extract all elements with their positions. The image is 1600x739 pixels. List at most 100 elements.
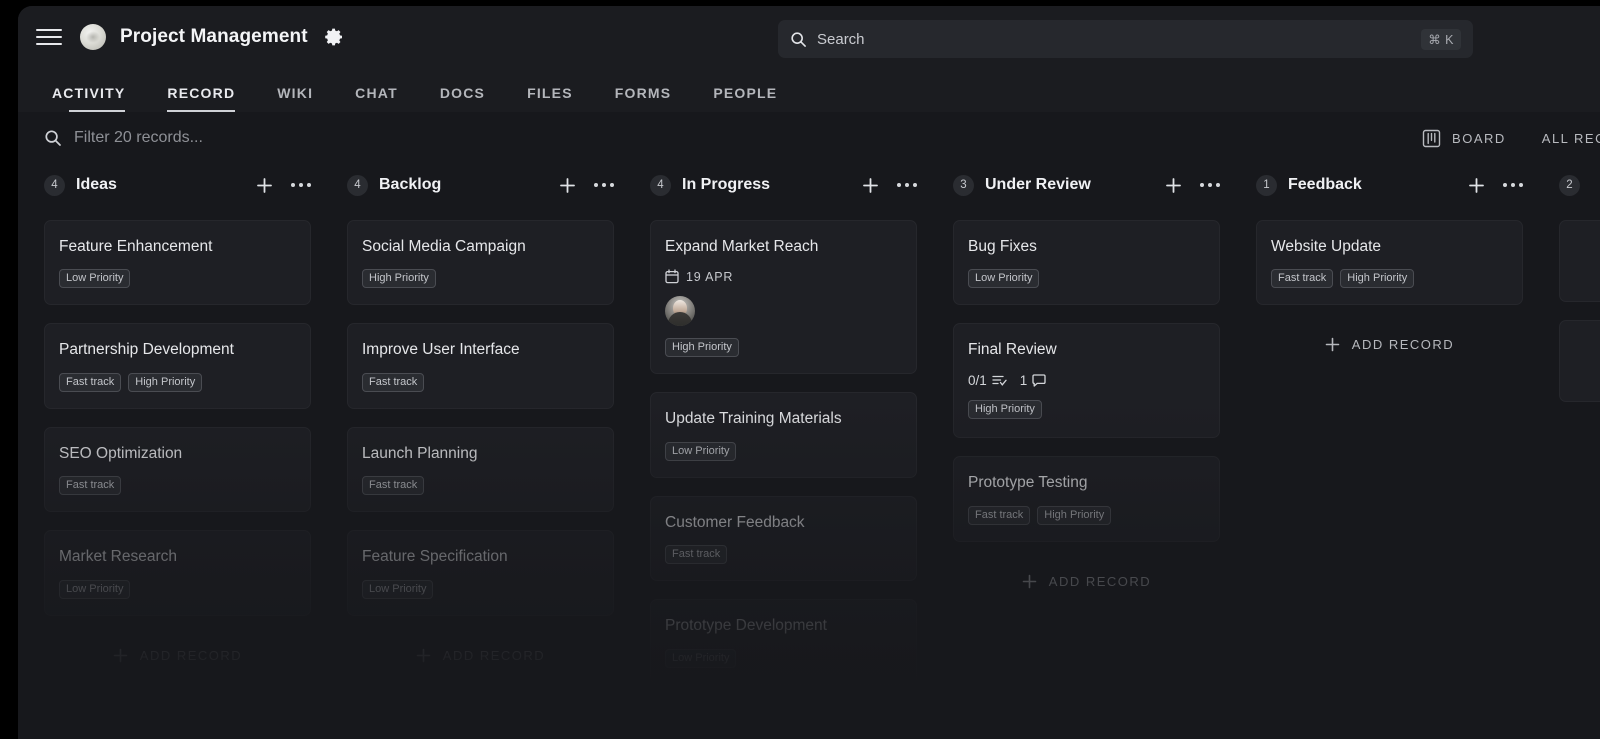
column-menu-icon[interactable] bbox=[1200, 182, 1220, 188]
view-all-records-label: ALL REC bbox=[1541, 130, 1600, 146]
table-row[interactable]: Prototype Testing Fast track High Priori… bbox=[953, 456, 1220, 542]
board-icon bbox=[1422, 129, 1441, 148]
view-all-records-button[interactable]: ALL REC bbox=[1542, 131, 1600, 146]
column-header: 2 bbox=[1559, 164, 1600, 206]
card-title: Customer Feedback bbox=[665, 513, 805, 531]
status-badge: Low Priority bbox=[665, 441, 737, 461]
table-row[interactable]: Feature Enhancement Low Priority bbox=[44, 220, 311, 306]
table-row[interactable]: Improve User Interface Fast track bbox=[347, 323, 614, 409]
top-bar: Project Management ⌘ K bbox=[18, 6, 1600, 68]
card-tags: High Priority bbox=[665, 338, 902, 358]
add-card-icon[interactable] bbox=[1468, 177, 1485, 194]
card-counters: 0/1 1 bbox=[968, 373, 1205, 388]
card-title: Expand Market Reach bbox=[665, 238, 819, 255]
status-badge: Fast track bbox=[1271, 269, 1334, 289]
checklist-counter: 0/1 bbox=[968, 373, 1007, 388]
table-row[interactable]: Expand Market Reach 19 APR High Priority bbox=[650, 220, 917, 375]
filter-records-input[interactable] bbox=[74, 129, 494, 147]
tab-docs[interactable]: DOCS bbox=[419, 85, 506, 112]
add-card-icon[interactable] bbox=[256, 177, 273, 194]
card-tags: Low Priority bbox=[665, 648, 902, 668]
column-menu-icon[interactable] bbox=[291, 182, 311, 188]
status-badge: Fast track bbox=[59, 476, 122, 496]
card-tags: Low Priority bbox=[59, 579, 296, 599]
card-title: Social Media Campaign bbox=[362, 238, 526, 255]
plus-icon bbox=[1325, 337, 1340, 352]
add-record-button[interactable]: ADD RECORD bbox=[1256, 323, 1523, 352]
view-board-label: BOARD bbox=[1452, 130, 1506, 146]
column-title: In Progress bbox=[682, 176, 771, 193]
kanban-board[interactable]: 4 Ideas Feature Enhancement Low Priority bbox=[18, 164, 1600, 699]
add-record-button[interactable]: ADD RECORD bbox=[953, 560, 1220, 589]
tab-files[interactable]: FILES bbox=[506, 85, 594, 112]
comment-count: 1 bbox=[1019, 372, 1028, 388]
add-card-icon[interactable] bbox=[862, 177, 879, 194]
workspace-avatar-icon[interactable] bbox=[80, 24, 106, 50]
view-board-button[interactable]: BOARD bbox=[1422, 129, 1506, 148]
search-shortcut-badge: ⌘ K bbox=[1421, 28, 1461, 50]
tab-forms[interactable]: FORMS bbox=[594, 85, 693, 112]
card-tags: Fast track bbox=[362, 476, 599, 496]
table-row[interactable]: Market Research Low Priority bbox=[44, 530, 311, 616]
add-record-button[interactable]: ADD RECORD bbox=[44, 634, 311, 663]
column-header: 1 Feedback bbox=[1256, 164, 1523, 206]
table-row[interactable]: Bug Fixes Low Priority bbox=[953, 220, 1220, 306]
card-tags: Fast track High Priority bbox=[59, 372, 296, 392]
table-row[interactable] bbox=[1559, 320, 1600, 402]
board-column-under-review: 3 Under Review Bug Fixes Low Priority Fi… bbox=[953, 164, 1256, 699]
add-record-label: ADD RECORD bbox=[1048, 573, 1152, 589]
table-row[interactable]: Social Media Campaign High Priority bbox=[347, 220, 614, 306]
status-badge: Fast track bbox=[362, 476, 425, 496]
card-title: Improve User Interface bbox=[362, 341, 520, 359]
column-title: Under Review bbox=[985, 176, 1091, 193]
add-record-label: ADD RECORD bbox=[1351, 337, 1455, 353]
table-row[interactable]: SEO Optimization Fast track bbox=[44, 426, 311, 513]
status-badge: Low Priority bbox=[665, 648, 737, 668]
status-badge: High Priority bbox=[665, 338, 739, 358]
comment-counter: 1 bbox=[1020, 373, 1047, 388]
table-row[interactable] bbox=[1559, 220, 1600, 302]
column-count-badge: 4 bbox=[347, 174, 368, 196]
add-record-button[interactable]: ADD RECORD bbox=[347, 634, 614, 663]
global-search[interactable]: ⌘ K bbox=[778, 20, 1473, 58]
table-row[interactable]: Feature Specification Low Priority bbox=[347, 530, 614, 616]
search-input[interactable] bbox=[817, 30, 1422, 48]
tab-people[interactable]: PEOPLE bbox=[692, 85, 798, 112]
add-card-icon[interactable] bbox=[1165, 177, 1182, 194]
hamburger-icon[interactable] bbox=[36, 27, 62, 47]
column-menu-icon[interactable] bbox=[1503, 182, 1523, 188]
plus-icon bbox=[416, 648, 431, 663]
card-title: Bug Fixes bbox=[968, 238, 1037, 255]
table-row[interactable]: Update Training Materials Low Priority bbox=[650, 392, 917, 478]
filter-bar: BOARD ALL REC bbox=[18, 112, 1600, 164]
status-badge: Fast track bbox=[665, 545, 728, 565]
card-title: Prototype Testing bbox=[968, 474, 1088, 492]
app-window: Project Management ⌘ K ACTIVITY RECORD W… bbox=[18, 6, 1600, 739]
column-menu-icon[interactable] bbox=[897, 182, 917, 188]
card-tags: Fast track bbox=[59, 476, 296, 496]
calendar-icon bbox=[665, 269, 679, 284]
table-row[interactable]: Prototype Development Low Priority bbox=[650, 599, 917, 685]
table-row[interactable]: Customer Feedback Fast track bbox=[650, 495, 917, 582]
table-row[interactable]: Website Update Fast track High Priority bbox=[1256, 220, 1523, 306]
tab-activity[interactable]: ACTIVITY bbox=[48, 85, 146, 112]
card-tags: Fast track High Priority bbox=[968, 505, 1205, 525]
board-column-in-progress: 4 In Progress Expand Market Reach 19 APR… bbox=[650, 164, 953, 699]
tab-wiki[interactable]: WIKI bbox=[256, 85, 334, 112]
table-row[interactable]: Final Review 0/1 1 High Priority bbox=[953, 323, 1220, 439]
tab-chat[interactable]: CHAT bbox=[334, 85, 419, 112]
card-title: Update Training Materials bbox=[665, 410, 842, 428]
table-row[interactable]: Partnership Development Fast track High … bbox=[44, 323, 311, 409]
avatar[interactable] bbox=[665, 296, 695, 327]
status-badge: High Priority bbox=[128, 372, 203, 392]
card-tags: High Priority bbox=[362, 269, 599, 289]
add-card-icon[interactable] bbox=[559, 177, 576, 194]
gear-icon[interactable] bbox=[324, 27, 344, 47]
table-row[interactable]: Launch Planning Fast track bbox=[347, 426, 614, 513]
card-assignees bbox=[665, 296, 902, 327]
board-column-ideas: 4 Ideas Feature Enhancement Low Priority bbox=[44, 164, 347, 699]
column-menu-icon[interactable] bbox=[594, 182, 614, 188]
column-header: 4 In Progress bbox=[650, 164, 917, 206]
checklist-count: 0/1 bbox=[968, 372, 987, 388]
tab-record[interactable]: RECORD bbox=[146, 85, 256, 112]
